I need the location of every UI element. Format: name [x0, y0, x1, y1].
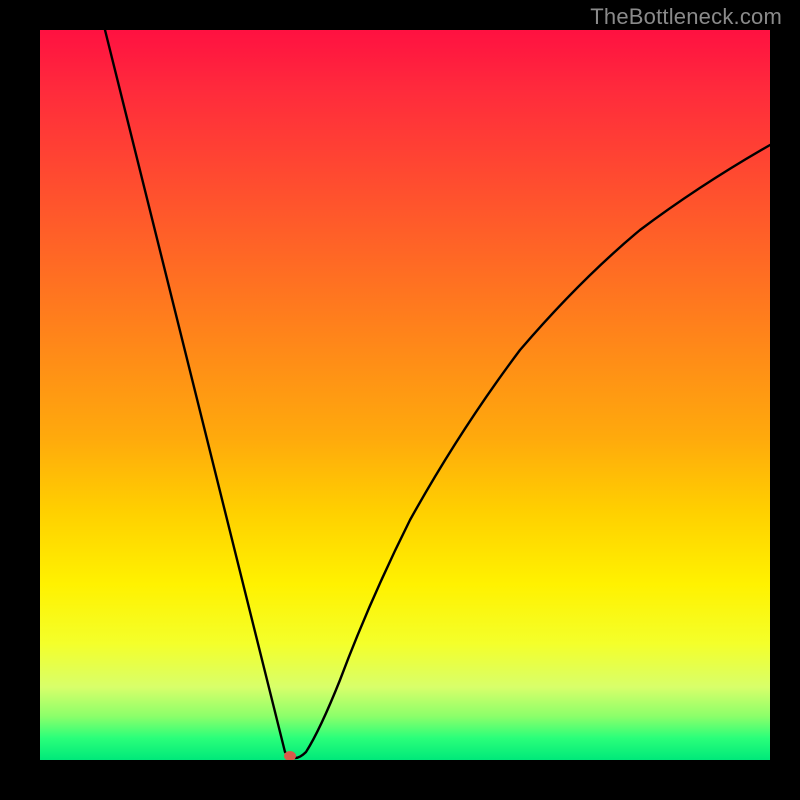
plot-area	[40, 30, 770, 760]
bottleneck-curve	[105, 30, 770, 758]
curve-svg	[40, 30, 770, 760]
watermark-text: TheBottleneck.com	[590, 4, 782, 30]
chart-frame: TheBottleneck.com	[0, 0, 800, 800]
